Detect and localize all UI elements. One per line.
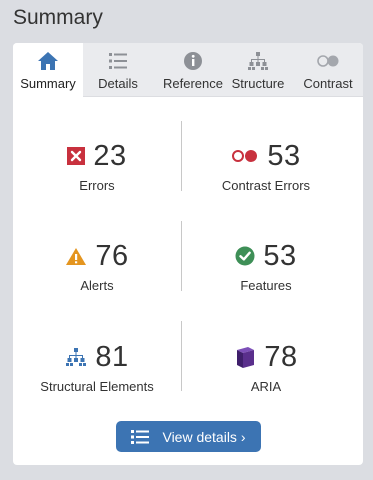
tab-bar: Summary Details Reference Structure Cont… <box>13 43 363 98</box>
stat-alerts[interactable]: 76 Alerts <box>13 236 181 293</box>
summary-panel: Summary Details Reference Structure Cont… <box>13 43 363 465</box>
alerts-label: Alerts <box>80 278 114 293</box>
check-circle-icon <box>235 246 255 266</box>
features-label: Features <box>240 278 292 293</box>
contrast-errors-count: 53 <box>267 139 301 172</box>
tab-structure-label: Structure <box>231 76 285 91</box>
stat-structural-elements[interactable]: 81 Structural Elements <box>13 337 181 395</box>
stat-aria[interactable]: 78 ARIA <box>182 337 350 394</box>
errors-label: Errors <box>79 178 115 193</box>
hierarchy-icon <box>66 348 87 366</box>
stat-features[interactable]: 53 Features <box>182 236 350 293</box>
tab-details[interactable]: Details <box>83 43 153 97</box>
aria-label: ARIA <box>250 379 282 394</box>
alert-triangle-icon <box>66 247 87 265</box>
errors-count: 23 <box>93 139 127 172</box>
tab-summary[interactable]: Summary <box>13 43 83 98</box>
aria-count: 78 <box>264 340 298 373</box>
list-icon <box>131 429 150 444</box>
contrast-icon <box>317 55 339 67</box>
stat-contrast-errors[interactable]: 53 Contrast Errors <box>182 136 350 194</box>
stat-errors[interactable]: 23 Errors <box>13 136 181 193</box>
hierarchy-icon <box>248 52 268 70</box>
contrast-icon <box>232 150 258 162</box>
tab-structure[interactable]: Structure <box>226 43 290 97</box>
view-details-button[interactable]: View details › <box>116 421 261 452</box>
tab-contrast[interactable]: Contrast <box>298 43 358 97</box>
error-x-icon <box>67 147 86 165</box>
page-title: Summary <box>13 6 103 29</box>
features-count: 53 <box>263 239 297 272</box>
list-icon <box>109 53 127 69</box>
info-icon <box>184 52 202 70</box>
home-icon <box>38 52 58 70</box>
alerts-count: 76 <box>95 239 129 272</box>
contrast-errors-label: Contrast Errors <box>221 178 311 193</box>
aria-cube-icon <box>237 347 255 368</box>
tab-summary-label: Summary <box>20 76 76 91</box>
structural-elements-label: Structural Elements <box>40 379 154 394</box>
structural-elements-count: 81 <box>95 340 129 373</box>
tab-contrast-label: Contrast <box>303 76 353 91</box>
tab-reference-label: Reference <box>163 76 223 91</box>
tab-reference[interactable]: Reference <box>153 43 233 97</box>
tab-details-label: Details <box>98 76 138 91</box>
view-details-label: View details › <box>162 428 246 445</box>
